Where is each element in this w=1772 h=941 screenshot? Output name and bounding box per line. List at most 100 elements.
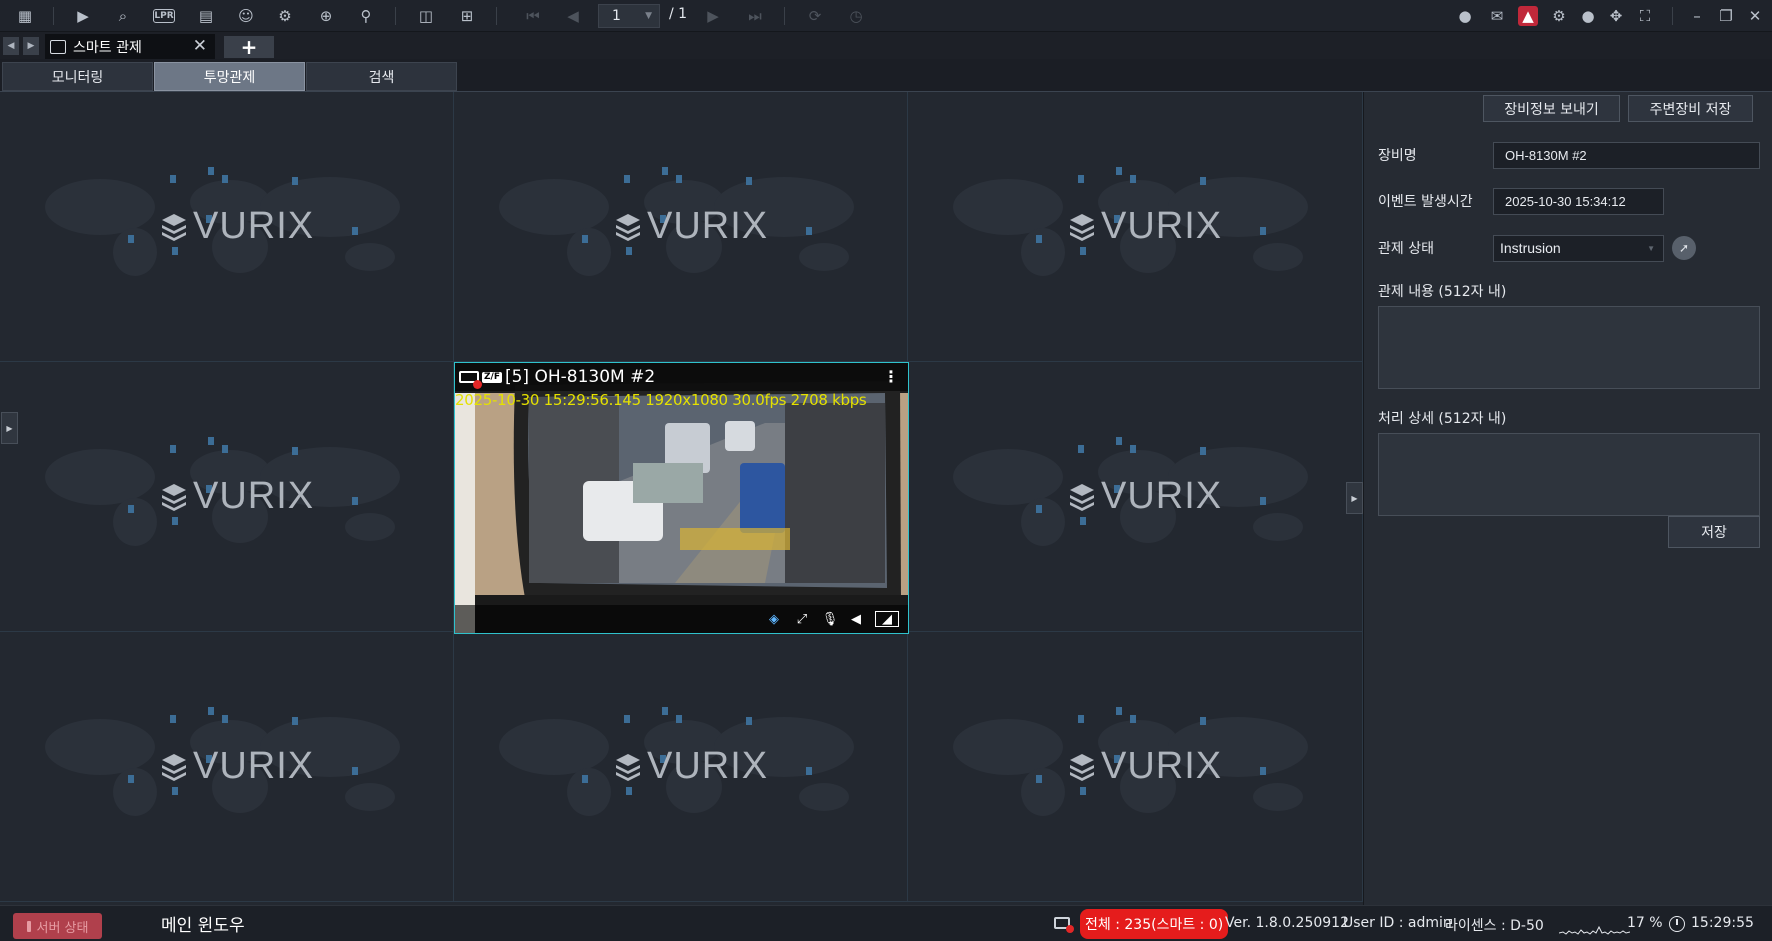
process-detail-textarea[interactable] — [1378, 433, 1760, 516]
device-name-field[interactable]: OH-8130M #2 — [1493, 142, 1760, 169]
control-status-select[interactable]: Instrusion ▼ — [1493, 235, 1664, 262]
camera-alert-icon — [1054, 917, 1074, 933]
video-cell-empty[interactable]: VURIX — [454, 632, 908, 902]
toolbar-separator — [784, 7, 785, 25]
fullscreen-icon[interactable]: ⛶ — [1632, 4, 1658, 28]
more-options-icon[interactable]: ⋮ — [883, 367, 899, 386]
video-cell-empty[interactable]: VURIX — [454, 92, 908, 362]
message-icon[interactable]: ✉ — [1484, 4, 1510, 28]
clock-icon — [1669, 916, 1685, 932]
video-controls: ◈ ⤢ 🎙 ◀ ◢ — [455, 605, 908, 633]
vurix-logo-icon — [1070, 753, 1094, 781]
chevron-down-icon[interactable]: ▼ — [1647, 236, 1655, 261]
lpr-icon[interactable]: LPR — [153, 9, 175, 23]
shield-icon[interactable]: ◈ — [765, 611, 783, 627]
tab-search[interactable]: 검색 — [306, 62, 457, 91]
map-search-icon[interactable]: ⊕ — [313, 4, 339, 28]
speaker-icon[interactable]: ◀ — [847, 611, 865, 627]
chat-icon[interactable]: ● — [1452, 4, 1478, 28]
face-search-icon[interactable]: ☺ — [233, 4, 259, 28]
tab-scroll-right-icon[interactable]: ▶ — [23, 37, 39, 55]
send-device-info-button[interactable]: 장비정보 보내기 — [1483, 95, 1620, 122]
vurix-logo-text: VURIX — [193, 475, 315, 517]
camera-total-badge[interactable]: 전체 : 235(스마트 : 0) — [1080, 909, 1229, 939]
device-name-label: 장비명 — [1378, 148, 1417, 164]
chevron-down-icon[interactable]: ▼ — [645, 5, 652, 27]
vurix-logo-text: VURIX — [193, 205, 315, 247]
vurix-logo-icon — [616, 753, 640, 781]
tab-row: ◀ ▶ 스마트 관제 ✕ + — [0, 32, 1772, 59]
vurix-logo: VURIX — [1069, 745, 1222, 788]
cpu-usage-graph — [1559, 911, 1630, 939]
sub-tab-bar: 모니터링 투망관제 검색 — [0, 59, 1772, 92]
server-status-label: 서버 상태 — [36, 920, 89, 936]
image-adjust-icon[interactable]: ◢ — [875, 611, 899, 627]
grid-expand-toggle-icon[interactable]: ▶ — [1346, 482, 1363, 514]
page-number-input[interactable]: 1 ▼ — [598, 4, 660, 28]
toolbar-separator — [1672, 7, 1673, 25]
tab-scroll-left-icon[interactable]: ◀ — [3, 37, 19, 55]
video-cell-empty[interactable]: VURIX — [908, 362, 1363, 632]
clock-time-text: 15:29:55 — [1691, 915, 1754, 931]
event-time-field[interactable]: 2025-10-30 15:34:12 — [1493, 188, 1664, 215]
grid-menu-icon[interactable]: ▦ — [12, 4, 38, 28]
vurix-logo-icon — [162, 483, 186, 511]
left-panel-toggle-icon[interactable]: ▶ — [1, 412, 18, 444]
vurix-logo-text: VURIX — [647, 745, 769, 787]
microphone-icon[interactable]: 🎙 — [821, 611, 839, 627]
camera-list-icon[interactable]: ▤ — [193, 4, 219, 28]
main-toolbar: ▦ ▶ ⌕ LPR ▤ ☺ ⚙ ⊕ ⚲ ◫ ⊞ ⏮ ◀ 1 ▼ / 1 ▶ ⏭ … — [0, 0, 1772, 32]
video-cell-empty[interactable]: VURIX — [0, 362, 454, 632]
recording-indicator-icon — [473, 380, 482, 389]
minimize-icon[interactable]: – — [1684, 4, 1710, 28]
vurix-logo-text: VURIX — [193, 745, 315, 787]
playback-icon[interactable]: ▶ — [70, 4, 96, 28]
server-status-button[interactable]: 서버 상태 — [13, 913, 102, 939]
tab-monitoring[interactable]: 모니터링 — [2, 62, 153, 91]
video-cell-empty[interactable]: VURIX — [0, 92, 454, 362]
vurix-logo-text: VURIX — [647, 205, 769, 247]
video-search-icon[interactable]: ⌕ — [110, 4, 136, 28]
restore-icon[interactable]: ❐ — [1713, 4, 1739, 28]
vurix-logo-icon — [162, 213, 186, 241]
next-page-icon[interactable]: ▶ — [700, 4, 726, 28]
schedule-icon[interactable]: ◷ — [843, 4, 869, 28]
tab-smart-control[interactable]: 스마트 관제 ✕ — [45, 34, 215, 59]
user-icon[interactable]: ● — [1575, 4, 1601, 28]
pin-icon[interactable]: ➚ — [1672, 236, 1696, 260]
video-osd-info: 2025-10-30 15:29:56.145 1920x1080 30.0fp… — [455, 391, 867, 409]
control-content-textarea[interactable] — [1378, 306, 1760, 389]
vurix-logo: VURIX — [1069, 205, 1222, 248]
add-tab-button[interactable]: + — [224, 35, 274, 59]
vehicle-search-icon[interactable]: ⚙ — [272, 4, 298, 28]
version-text: Ver. 1.8.0.250912 — [1225, 915, 1349, 931]
alarm-icon[interactable]: ▲ — [1518, 6, 1538, 26]
first-page-icon[interactable]: ⏮ — [520, 4, 546, 28]
ptz-icon[interactable]: ⤢ — [793, 611, 811, 627]
save-nearby-devices-button[interactable]: 주변장비 저장 — [1628, 95, 1753, 122]
vurix-logo-icon — [162, 753, 186, 781]
vurix-logo-text: VURIX — [1101, 745, 1223, 787]
settings-icon[interactable]: ⚙ — [1546, 4, 1572, 28]
live-video-cell[interactable]: Z/F [5] OH-8130M #2 ⋮ 2025-10-30 15:29:5… — [454, 362, 909, 634]
control-status-value: Instrusion — [1500, 240, 1561, 256]
close-icon[interactable]: ✕ — [1742, 4, 1768, 28]
prev-page-icon[interactable]: ◀ — [560, 4, 586, 28]
vurix-logo-text: VURIX — [1101, 475, 1223, 517]
refresh-icon[interactable]: ⟳ — [802, 4, 828, 28]
layout-split-icon[interactable]: ◫ — [413, 4, 439, 28]
video-cell-empty[interactable]: VURIX — [908, 92, 1363, 362]
save-button[interactable]: 저장 — [1668, 516, 1760, 548]
layout-add-icon[interactable]: ⊞ — [454, 4, 480, 28]
toolbar-separator — [395, 7, 396, 25]
last-page-icon[interactable]: ⏭ — [742, 4, 768, 28]
video-cell-empty[interactable]: VURIX — [908, 632, 1363, 902]
event-search-icon[interactable]: ⚲ — [353, 4, 379, 28]
vurix-logo-icon — [616, 213, 640, 241]
video-cell-empty[interactable]: VURIX — [0, 632, 454, 902]
move-icon[interactable]: ✥ — [1603, 4, 1629, 28]
toolbar-separator — [53, 7, 54, 25]
user-id-text: User ID : admin — [1343, 915, 1452, 931]
tab-net-control[interactable]: 투망관제 — [154, 62, 305, 91]
tab-close-icon[interactable]: ✕ — [193, 36, 207, 56]
